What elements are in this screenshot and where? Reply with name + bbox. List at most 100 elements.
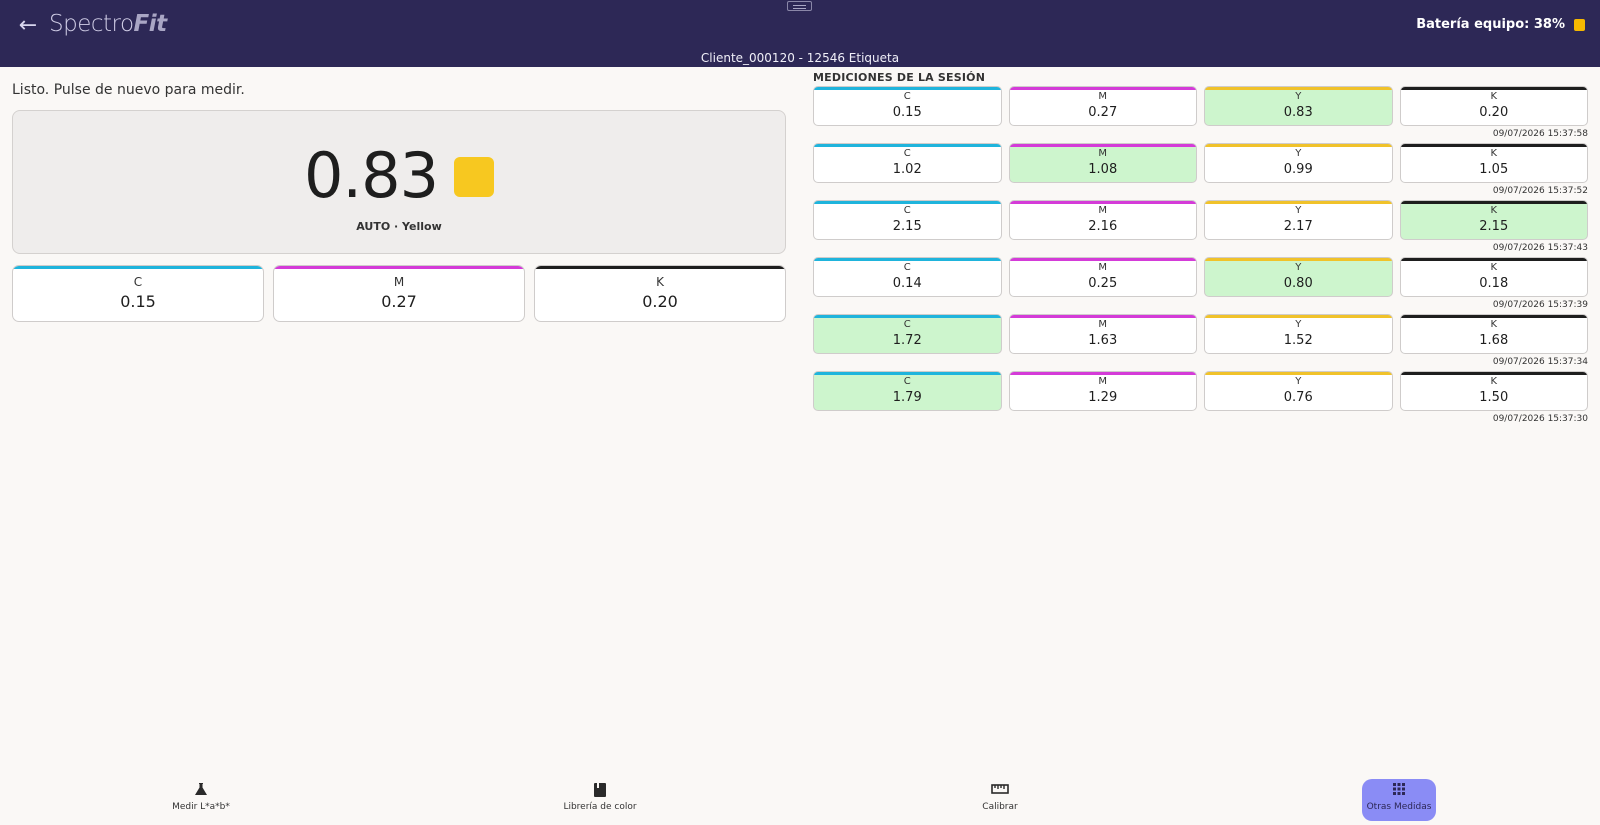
measurement-card-c: C 0.14: [813, 257, 1002, 297]
channel-value: 1.79: [892, 390, 922, 405]
magenta-bar: [274, 266, 524, 269]
drag-handle-icon[interactable]: [787, 1, 812, 11]
channel-label: Y: [1295, 262, 1302, 273]
channel-value: 1.08: [1088, 162, 1118, 177]
channel-color-bar: [1205, 315, 1392, 318]
channel-label: C: [903, 262, 911, 273]
channel-label: C: [903, 376, 911, 387]
channel-color-bar: [1205, 87, 1392, 90]
nav-label: Medir L*a*b*: [172, 802, 230, 812]
session-row[interactable]: C 1.79 M 1.29 Y 0.76 K 1.50 09/07/2026 15:37:30: [813, 371, 1588, 428]
battery-label: Batería equipo: 38%: [1416, 17, 1565, 32]
channel-label: M: [1098, 376, 1108, 387]
session-title: MEDICIONES DE LA SESIÓN: [813, 71, 986, 84]
current-density-value: 0.83: [303, 139, 439, 212]
measurement-card-k: K 1.50: [1399, 371, 1588, 411]
channel-color-bar: [1400, 315, 1587, 318]
measurement-card-c: C 1.02: [813, 143, 1002, 183]
battery-indicator: Batería equipo: 38%: [1416, 17, 1585, 32]
channel-color-bar: [1009, 144, 1196, 147]
channel-label: K: [1490, 262, 1498, 273]
session-subtitle: Cliente_000120 - 12546 Etiqueta: [700, 51, 900, 65]
session-row[interactable]: C 1.02 M 1.08 Y 0.99 K 1.05 09/07/2026 15:37:52: [813, 143, 1588, 200]
channel-label: C: [903, 148, 911, 159]
channel-color-bar: [1009, 372, 1196, 375]
app-header: ← SpectroFit Batería equipo: 38% Cliente…: [0, 0, 1600, 67]
session-measurements-list: C 0.15 M 0.27 Y 0.83 K 0.20 09/07/2026 15:37:58 C…: [813, 86, 1588, 428]
channel-label: M: [1098, 91, 1108, 102]
channel-label: C: [903, 91, 911, 102]
measurement-card-m: M 1.29: [1008, 371, 1197, 411]
channel-label: K: [656, 275, 664, 289]
grid-icon: [1362, 782, 1436, 800]
channel-value: 1.29: [1088, 390, 1118, 405]
channel-label: C: [903, 205, 911, 216]
other-channels: C 0.15 M 0.27 K 0.20: [12, 265, 786, 322]
book-icon: [563, 782, 637, 800]
channel-color-bar: [1009, 315, 1196, 318]
ruler-icon: [963, 782, 1037, 800]
channel-color-bar: [1400, 87, 1587, 90]
measurement-card-y: Y 0.76: [1204, 371, 1393, 411]
back-button[interactable]: ←: [14, 12, 42, 40]
channel-value: 0.27: [1088, 105, 1118, 120]
measurement-card-m: M 1.63: [1008, 314, 1197, 354]
channel-color-bar: [814, 201, 1001, 204]
channel-label: C: [133, 275, 143, 289]
channel-color-bar: [1400, 144, 1587, 147]
channel-value: 2.15: [1479, 219, 1509, 234]
channel-value: 1.52: [1283, 333, 1313, 348]
channel-color-bar: [1205, 372, 1392, 375]
battery-icon: [1574, 18, 1585, 31]
channel-label: M: [1098, 262, 1108, 273]
measurement-card-k: K 1.68: [1399, 314, 1588, 354]
measurement-timestamp: 09/07/2026 15:37:39: [1492, 300, 1588, 310]
channel-value: 0.15: [120, 292, 156, 311]
measurement-card-k: K 0.18: [1399, 257, 1588, 297]
channel-value: 0.76: [1283, 390, 1313, 405]
nav-libreria-color[interactable]: Librería de color: [563, 779, 637, 821]
measurement-timestamp: 09/07/2026 15:37:58: [1492, 129, 1588, 139]
session-row[interactable]: C 0.15 M 0.27 Y 0.83 K 0.20 09/07/2026 15:37:58: [813, 86, 1588, 143]
channel-value: 0.25: [1088, 276, 1118, 291]
measurement-card-m: M 1.08: [1008, 143, 1197, 183]
session-row[interactable]: C 0.14 M 0.25 Y 0.80 K 0.18 09/07/2026 15:37:39: [813, 257, 1588, 314]
yellow-swatch-icon: [454, 157, 495, 197]
channel-value: 2.15: [892, 219, 922, 234]
channel-label: Y: [1295, 319, 1302, 330]
channel-label: M: [393, 275, 405, 289]
channel-value: 0.27: [381, 292, 417, 311]
channel-value: 1.72: [892, 333, 922, 348]
channel-color-bar: [814, 144, 1001, 147]
channel-card-m: M 0.27: [273, 265, 525, 322]
channel-label: K: [1490, 148, 1498, 159]
arrow-left-icon: ←: [18, 13, 38, 38]
channel-label: K: [1490, 376, 1498, 387]
channel-value: 0.20: [642, 292, 678, 311]
session-row[interactable]: C 2.15 M 2.16 Y 2.17 K 2.15 09/07/2026 15:37:43: [813, 200, 1588, 257]
black-bar: [535, 266, 785, 269]
bottom-navigation: Medir L*a*b* Librería de color Calibrar …: [0, 775, 1600, 825]
channel-label: K: [1490, 91, 1498, 102]
logo-accent-text: Fit: [133, 11, 168, 37]
measurement-timestamp: 09/07/2026 15:37:43: [1492, 243, 1588, 253]
channel-value: 1.05: [1479, 162, 1509, 177]
nav-otras-medidas[interactable]: Otras Medidas: [1362, 779, 1436, 821]
channel-value: 1.50: [1479, 390, 1509, 405]
channel-color-bar: [1400, 201, 1587, 204]
nav-label: Otras Medidas: [1366, 802, 1432, 812]
measurement-card-c: C 0.15: [813, 86, 1002, 126]
nav-medir-lab[interactable]: Medir L*a*b*: [164, 779, 238, 821]
nav-calibrar[interactable]: Calibrar: [963, 779, 1037, 821]
channel-label: K: [1490, 319, 1498, 330]
channel-color-bar: [1205, 258, 1392, 261]
channel-value: 0.80: [1283, 276, 1313, 291]
channel-label: M: [1098, 205, 1108, 216]
measurement-timestamp: 09/07/2026 15:37:52: [1492, 186, 1588, 196]
channel-label: M: [1098, 319, 1108, 330]
channel-color-bar: [814, 87, 1001, 90]
session-row[interactable]: C 1.72 M 1.63 Y 1.52 K 1.68 09/07/2026 15:37:34: [813, 314, 1588, 371]
channel-value: 2.16: [1088, 219, 1118, 234]
channel-color-bar: [1009, 201, 1196, 204]
flask-icon: [164, 782, 238, 800]
